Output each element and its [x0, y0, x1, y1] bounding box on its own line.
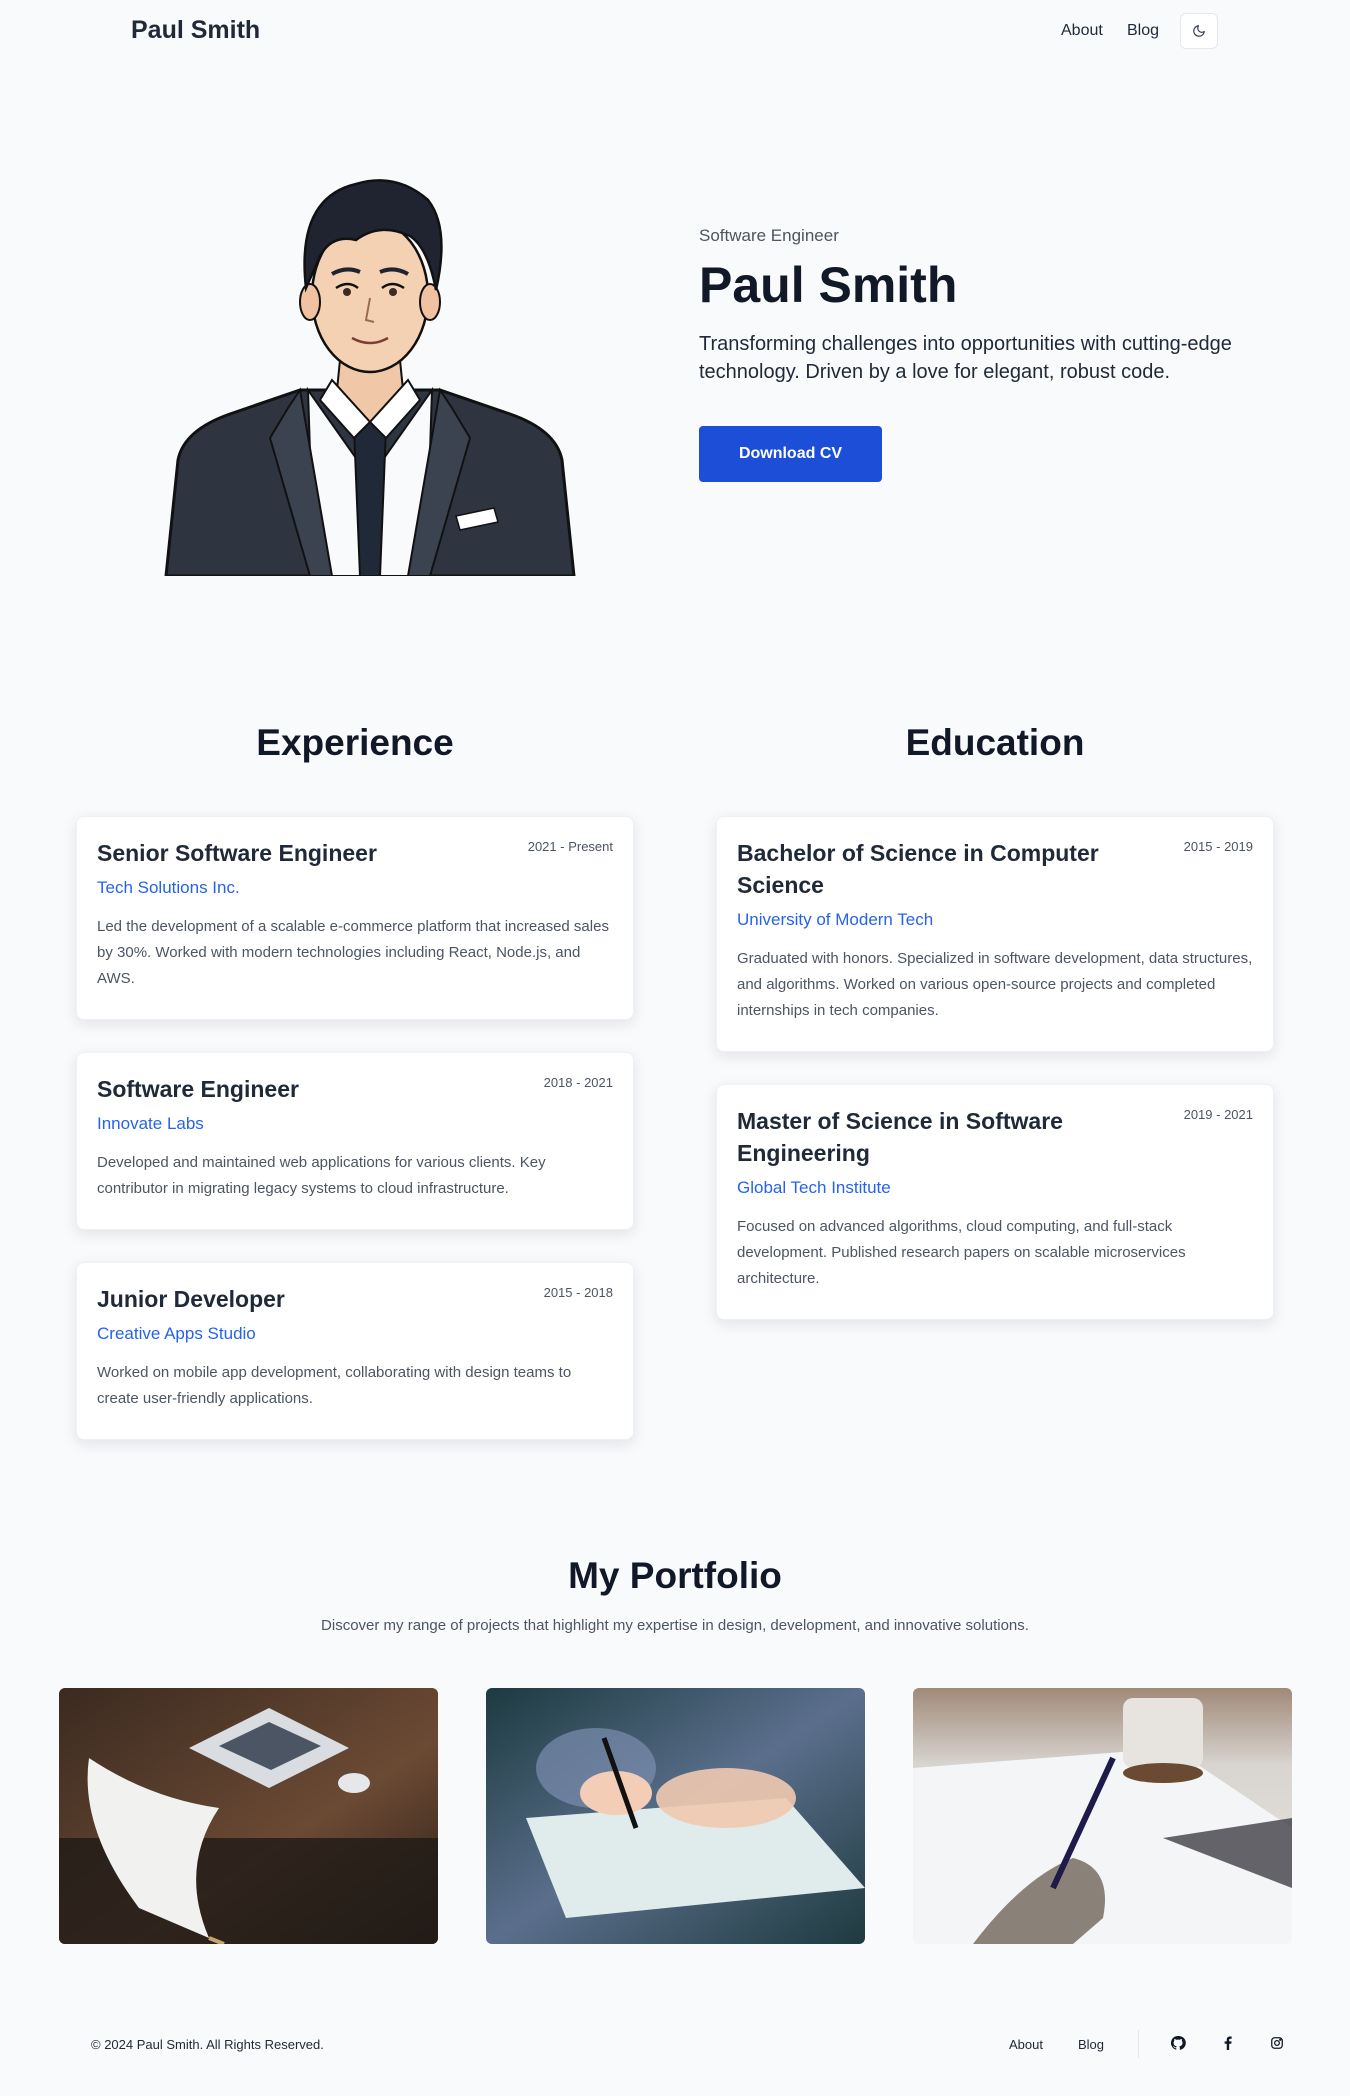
card-description: Developed and maintained web application…	[97, 1154, 546, 1197]
hero-title: Paul Smith	[699, 257, 958, 313]
portfolio-heading: My Portfolio	[568, 1555, 782, 1596]
facebook-icon[interactable]	[1219, 2034, 1237, 2052]
card-title: Software Engineer	[97, 1076, 299, 1102]
hero-subtitle: Software Engineer	[699, 226, 839, 245]
download-cv-button[interactable]: Download CV	[699, 426, 882, 482]
card-organization[interactable]: Innovate Labs	[97, 1113, 613, 1135]
card-date: 2021 - Present	[527, 839, 613, 854]
education-heading: Education	[905, 722, 1085, 763]
card-date: 2015 - 2019	[1183, 839, 1253, 854]
card-date: 2018 - 2021	[543, 1075, 613, 1090]
footer-divider	[1138, 2030, 1139, 2058]
brand-name[interactable]: Paul Smith	[131, 16, 260, 45]
instagram-icon[interactable]	[1268, 2034, 1286, 2052]
experience-card: Software Engineer 2018 - 2021 Innovate L…	[76, 1052, 634, 1230]
card-title: Senior Software Engineer	[97, 840, 377, 866]
card-description: Worked on mobile app development, collab…	[97, 1364, 572, 1407]
card-description: Graduated with honors. Specialized in so…	[737, 950, 1253, 1019]
experience-heading: Experience	[256, 722, 454, 763]
portfolio-image-laptop-desk[interactable]	[59, 1688, 438, 1944]
theme-toggle-button[interactable]	[1180, 13, 1218, 49]
footer-about-link[interactable]: About	[1009, 2037, 1043, 2052]
card-description: Led the development of a scalable e-comm…	[97, 918, 609, 987]
card-title: Junior Developer	[97, 1286, 285, 1312]
experience-card: Junior Developer 2015 - 2018 Creative Ap…	[76, 1262, 634, 1440]
copyright-text: © 2024 Paul Smith. All Rights Reserved.	[91, 2037, 324, 2052]
portfolio-subtitle: Discover my range of projects that highl…	[321, 1617, 1029, 1634]
footer-blog-link[interactable]: Blog	[1078, 2037, 1104, 2052]
education-card: Master of Science in Software Engineerin…	[716, 1084, 1274, 1320]
education-card: Bachelor of Science in Computer Science …	[716, 816, 1274, 1052]
nav-about-link[interactable]: About	[1061, 22, 1103, 40]
card-title: Bachelor of Science in Computer Science	[737, 840, 1099, 898]
github-icon[interactable]	[1169, 2034, 1187, 2052]
hero-description: Transforming challenges into opportuniti…	[699, 333, 1232, 383]
card-organization[interactable]: Creative Apps Studio	[97, 1323, 613, 1345]
profile-illustration	[164, 179, 576, 576]
card-title: Master of Science in Software Engineerin…	[737, 1108, 1063, 1166]
experience-card: Senior Software Engineer 2021 - Present …	[76, 816, 634, 1020]
card-organization[interactable]: University of Modern Tech	[737, 909, 1253, 931]
card-description: Focused on advanced algorithms, cloud co…	[737, 1218, 1186, 1287]
card-organization[interactable]: Tech Solutions Inc.	[97, 877, 613, 899]
nav-blog-link[interactable]: Blog	[1127, 22, 1159, 40]
card-date: 2019 - 2021	[1183, 1107, 1253, 1122]
card-date: 2015 - 2018	[543, 1285, 613, 1300]
moon-icon	[1193, 25, 1205, 37]
card-organization[interactable]: Global Tech Institute	[737, 1177, 1253, 1199]
portfolio-image-writing[interactable]	[486, 1688, 865, 1944]
portfolio-image-sketching[interactable]	[913, 1688, 1292, 1944]
site-header: Paul Smith About Blog	[0, 0, 1350, 64]
